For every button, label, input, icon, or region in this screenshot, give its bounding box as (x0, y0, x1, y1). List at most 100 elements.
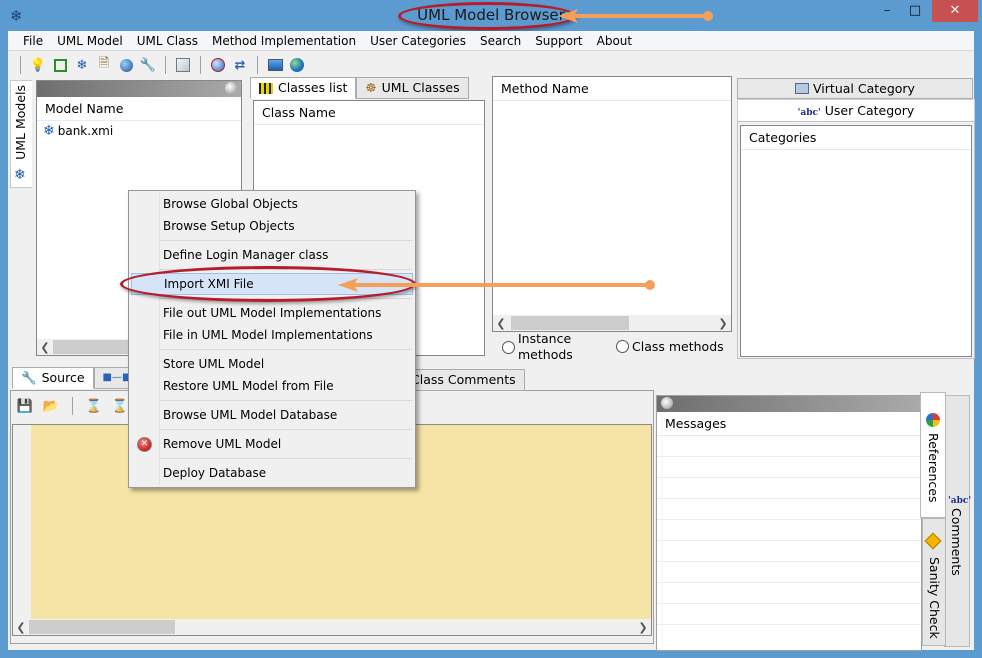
horizontal-scrollbar[interactable]: ❮ ❯ (13, 619, 651, 635)
warning-icon (924, 532, 942, 550)
globe-icon[interactable] (117, 56, 135, 74)
title-annotation-ellipse (398, 2, 576, 30)
pin-icon[interactable] (225, 82, 237, 94)
notepad-icon[interactable] (174, 56, 192, 74)
radio-instance-methods[interactable]: Instance methods (502, 331, 573, 363)
remove-icon: ✕ (137, 437, 152, 452)
earth-icon[interactable] (288, 56, 306, 74)
column-header-class-name[interactable]: Class Name (254, 101, 484, 125)
references-icon (926, 413, 940, 427)
classes-tab-strip: Classes list ☸ UML Classes (250, 77, 469, 99)
toolbar-separator (257, 56, 258, 74)
tab-uml-models[interactable]: UML Models ❄ (10, 80, 32, 188)
menu-uml-model[interactable]: UML Model (50, 31, 130, 51)
tab-label: Virtual Category (813, 81, 915, 96)
menu-item-browse-uml-model-database[interactable]: Browse UML Model Database (131, 404, 413, 426)
radio-class-methods[interactable]: Class methods (616, 339, 724, 354)
tab-classes-list[interactable]: Classes list (250, 77, 357, 99)
tab-source[interactable]: 🔧 Source (12, 367, 94, 389)
table-row (657, 457, 921, 478)
hourglass-icon[interactable]: ⌛ (85, 397, 103, 415)
table-row (657, 562, 921, 583)
menu-item-browse-global-objects[interactable]: Browse Global Objects (131, 193, 413, 215)
save-icon[interactable]: 💾 (16, 397, 34, 415)
menu-user-categories[interactable]: User Categories (363, 31, 473, 51)
gear-wheel-icon: ☸ (365, 80, 377, 95)
menu-uml-class[interactable]: UML Class (130, 31, 205, 51)
tab-label: Source (41, 370, 85, 385)
menu-item-label: Remove UML Model (163, 437, 282, 451)
abc-icon: 'abc' (948, 496, 972, 506)
panel-header-bar (657, 396, 921, 412)
menu-item-define-login-manager-class[interactable]: Define Login Manager class (131, 244, 413, 266)
radio-label: Class methods (632, 339, 724, 354)
tab-label: Sanity Check (927, 557, 942, 639)
folder-tag-icon (795, 83, 810, 94)
menu-method-implementation[interactable]: Method Implementation (205, 31, 363, 51)
pin-icon[interactable] (661, 397, 673, 409)
document-edit-icon[interactable]: 🗎 (95, 56, 113, 74)
scroll-right-icon[interactable]: ❯ (715, 317, 731, 330)
tab-uml-classes[interactable]: ☸ UML Classes (356, 77, 469, 99)
menu-item-deploy-database[interactable]: Deploy Database (131, 462, 413, 484)
column-header-model-name[interactable]: Model Name (37, 97, 241, 121)
menu-item-file-in-uml-model-implementations[interactable]: File in UML Model Implementations (131, 324, 413, 346)
scroll-left-icon[interactable]: ❮ (37, 341, 53, 354)
tab-label: Comments (949, 508, 964, 576)
close-button[interactable]: ✕ (932, 0, 978, 22)
list-item[interactable]: ❄ bank.xmi (37, 121, 241, 141)
tab-references[interactable]: References (920, 392, 946, 518)
scrollbar-thumb[interactable] (511, 316, 629, 330)
refresh-icon[interactable]: ⇄ (231, 56, 249, 74)
minimize-button[interactable]: – (872, 0, 902, 22)
toolbar: 💡 ❄ 🗎 🔧 ⇄ (8, 52, 974, 78)
radio-button[interactable] (502, 340, 515, 354)
menu-about[interactable]: About (590, 31, 639, 51)
menu-support[interactable]: Support (528, 31, 589, 51)
menu-bar: File UML Model UML Class Method Implemen… (8, 31, 974, 51)
abc-icon: 'abc' (797, 108, 821, 118)
tab-comments[interactable]: 'abc' Comments (944, 395, 972, 647)
column-header-messages[interactable]: Messages (657, 412, 921, 436)
wrench-icon: 🔧 (21, 370, 37, 385)
table-row (657, 436, 921, 457)
column-header-method-name[interactable]: Method Name (493, 77, 731, 101)
editor-gutter (13, 425, 31, 621)
categories-panel: Categories (740, 125, 972, 357)
tab-sanity-check[interactable]: Sanity Check (922, 518, 946, 646)
grid-icon (259, 82, 273, 94)
square-icon[interactable] (51, 56, 69, 74)
menu-separator (160, 400, 412, 401)
menu-item-file-out-uml-model-implementations[interactable]: File out UML Model Implementations (131, 302, 413, 324)
toolbar-separator (200, 56, 201, 74)
menu-item-restore-uml-model-from-file[interactable]: Restore UML Model from File (131, 375, 413, 397)
tab-virtual-category[interactable]: Virtual Category (737, 78, 973, 99)
wrench-icon[interactable]: 🔧 (139, 56, 157, 74)
search-globe-icon[interactable] (209, 56, 227, 74)
tab-label: User Category (824, 103, 915, 118)
column-header-categories[interactable]: Categories (741, 126, 971, 150)
hourglass-icon[interactable]: ⌛ (111, 397, 129, 415)
tab-class-comments[interactable]: Class Comments (402, 369, 525, 391)
menu-item-store-uml-model[interactable]: Store UML Model (131, 353, 413, 375)
menu-search[interactable]: Search (473, 31, 528, 51)
menu-separator (160, 458, 412, 459)
scroll-right-icon[interactable]: ❯ (635, 621, 651, 634)
menu-item-browse-setup-objects[interactable]: Browse Setup Objects (131, 215, 413, 237)
menu-file[interactable]: File (16, 31, 50, 51)
table-row (657, 604, 921, 625)
open-folder-icon[interactable]: 📂 (42, 397, 60, 415)
scroll-left-icon[interactable]: ❮ (493, 317, 509, 330)
menu-item-remove-uml-model[interactable]: ✕ Remove UML Model (131, 433, 413, 455)
radio-button[interactable] (616, 340, 629, 353)
scroll-left-icon[interactable]: ❮ (13, 621, 29, 634)
scrollbar-thumb[interactable] (29, 620, 175, 634)
horizontal-scrollbar[interactable]: ❮ ❯ (493, 315, 731, 331)
tab-user-category[interactable]: 'abc' User Category (737, 99, 975, 121)
monitor-icon[interactable] (266, 56, 284, 74)
snowflake-icon[interactable]: ❄ (73, 56, 91, 74)
context-menu: Browse Global Objects Browse Setup Objec… (128, 190, 416, 488)
maximize-button[interactable]: □ (900, 0, 930, 22)
lightbulb-icon[interactable]: 💡 (29, 56, 47, 74)
table-row (657, 541, 921, 562)
